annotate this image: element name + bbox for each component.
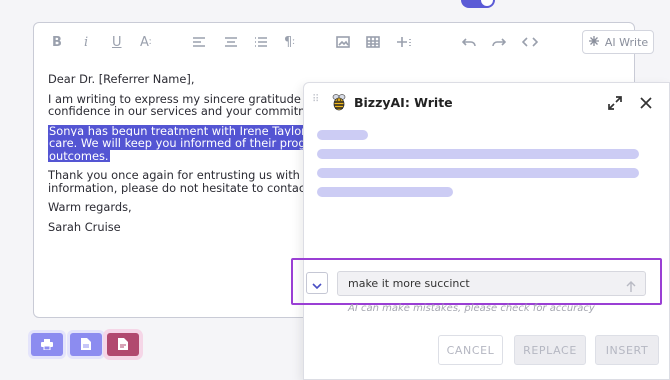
send-arrow-icon[interactable]: [626, 278, 636, 292]
paragraph-icon[interactable]: ¶ ː: [284, 34, 295, 50]
document-button[interactable]: [70, 333, 102, 356]
skeleton-line: [317, 130, 368, 140]
skeleton-line: [317, 187, 453, 197]
redo-icon[interactable]: [492, 34, 506, 50]
italic-icon[interactable]: i: [84, 34, 88, 50]
document-icon: [81, 335, 91, 354]
ai-write-label: AI Write: [604, 35, 649, 49]
image-icon[interactable]: [336, 34, 350, 50]
bizzyai-write-panel: ⠿ BizzyAI: Write make it more succinct A…: [291, 82, 670, 380]
expand-icon[interactable]: [608, 95, 622, 110]
list-icon[interactable]: [254, 34, 268, 50]
pdf-button[interactable]: [107, 333, 139, 356]
editor-toolbar: B i U Aː ¶ ː AI Write: [34, 23, 654, 61]
setting-toggle[interactable]: [461, 0, 495, 8]
replace-button[interactable]: REPLACE: [514, 335, 586, 365]
skeleton-line: [317, 168, 639, 178]
sparkle-icon: [588, 35, 600, 50]
ai-write-button[interactable]: AI Write: [582, 30, 654, 54]
skeleton-line: [317, 149, 639, 159]
table-icon[interactable]: [366, 34, 380, 50]
insert-button[interactable]: INSERT: [595, 335, 659, 365]
collapse-button[interactable]: [306, 272, 328, 294]
align-center-icon[interactable]: [224, 34, 238, 50]
cancel-button[interactable]: CANCEL: [438, 335, 503, 365]
insert-plus-icon[interactable]: [396, 34, 412, 50]
prompt-input[interactable]: make it more succinct: [337, 271, 646, 296]
printer-icon: [41, 335, 53, 354]
paragraph-line: information, please do not hesitate to c…: [48, 180, 330, 194]
selected-text: outcomes.: [48, 148, 110, 162]
underline-icon[interactable]: U: [112, 34, 122, 50]
print-button[interactable]: [31, 333, 63, 356]
prompt-area: make it more succinct: [291, 258, 662, 305]
chevron-down-icon: [312, 274, 322, 293]
disclaimer-text: AI can make mistakes, please check for a…: [348, 303, 595, 314]
bee-logo-icon: [330, 93, 348, 111]
panel-header: ⠿ BizzyAI: Write: [304, 83, 669, 121]
close-icon[interactable]: [639, 95, 653, 109]
bold-icon[interactable]: B: [52, 34, 62, 50]
panel-title: BizzyAI: Write: [354, 95, 453, 110]
top-strip: [0, 0, 670, 12]
code-icon[interactable]: [522, 34, 538, 50]
drag-handle-icon[interactable]: ⠿: [312, 95, 320, 109]
font-size-icon[interactable]: Aː: [140, 34, 152, 50]
undo-icon[interactable]: [462, 34, 476, 50]
align-left-icon[interactable]: [192, 34, 206, 50]
pdf-file-icon: [118, 335, 128, 354]
